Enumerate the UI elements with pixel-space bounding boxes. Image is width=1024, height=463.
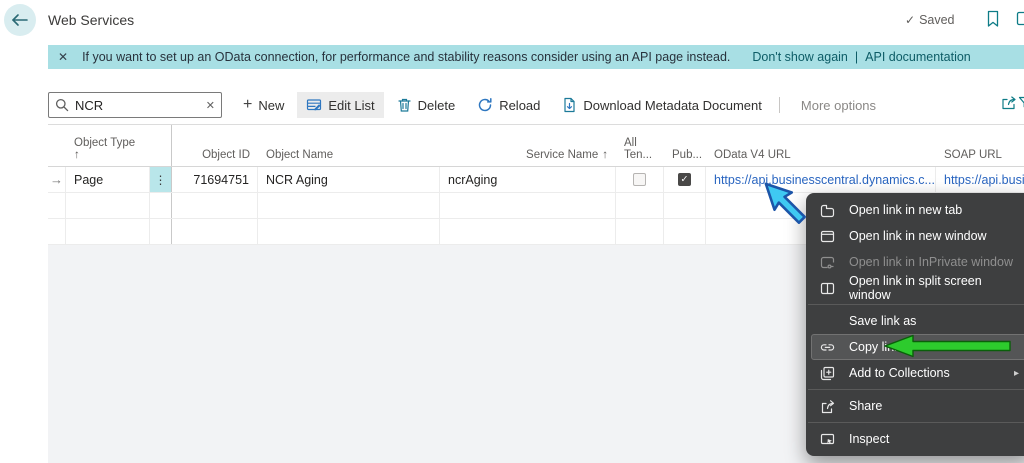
menu-separator	[808, 304, 1024, 305]
object-id-cell[interactable]: 71694751	[172, 167, 258, 192]
new-button[interactable]: + New	[234, 93, 293, 118]
cursor-pointer-annotation	[763, 181, 809, 227]
toolbar-divider	[778, 97, 780, 113]
new-tab-icon	[819, 202, 836, 219]
column-header-service-name[interactable]: Service Name ↑	[440, 125, 616, 166]
notification-actions: Don't show again | API documentation	[752, 50, 970, 64]
page-title: Web Services	[48, 12, 135, 28]
menu-item-share[interactable]: Share	[806, 393, 1024, 419]
menu-separator	[808, 422, 1024, 423]
row-options-ellipsis[interactable]: ⋮	[150, 167, 172, 192]
reload-label: Reload	[499, 97, 541, 113]
soap-url-link[interactable]: https://api.busin	[936, 167, 1024, 192]
sort-asc-icon: ↑	[602, 149, 608, 161]
delete-label: Delete	[417, 97, 456, 113]
menu-item-save-link-as[interactable]: Save link as	[806, 308, 1024, 334]
dont-show-again-link[interactable]: Don't show again	[752, 50, 848, 64]
edit-list-label: Edit List	[328, 97, 375, 113]
split-screen-icon	[819, 280, 836, 297]
published-cell: ✓	[664, 167, 706, 192]
clear-search-icon[interactable]: ✕	[206, 99, 215, 112]
download-icon	[564, 97, 575, 113]
menu-item-add-to-collections[interactable]: Add to Collections ▸	[806, 360, 1024, 386]
reload-icon	[478, 98, 492, 112]
submenu-arrow-icon: ▸	[1013, 367, 1019, 379]
column-header-soap-url[interactable]: SOAP URL	[936, 125, 1024, 166]
odata-v4-url-link[interactable]: https://api.businesscentral.dynamics.c..…	[706, 167, 936, 192]
reload-button[interactable]: Reload	[468, 92, 549, 118]
save-status-label: Saved	[919, 13, 955, 27]
object-type-cell[interactable]: Page	[66, 167, 150, 192]
object-name-cell[interactable]: NCR Aging	[258, 167, 440, 192]
all-tenants-checkbox[interactable]	[633, 173, 646, 186]
plus-icon: +	[243, 96, 253, 113]
frozen-column-divider	[171, 125, 172, 166]
inprivate-icon	[819, 254, 836, 271]
bookmark-icon[interactable]	[986, 10, 1000, 28]
notification-links-divider: |	[854, 50, 859, 64]
notification-banner: ✕ If you want to set up an OData connect…	[48, 45, 1024, 69]
sort-asc-icon: ↑	[74, 149, 80, 161]
menu-separator	[808, 389, 1024, 390]
menu-item-open-link-in-split-screen-window[interactable]: Open link in split screen window	[806, 274, 1024, 302]
download-metadata-button[interactable]: Download Metadata Document	[553, 92, 771, 118]
menu-item-open-link-in-new-tab[interactable]: Open link in new tab	[806, 197, 1024, 223]
new-button-label: New	[258, 97, 285, 113]
share-page-button[interactable]	[1000, 95, 1018, 111]
download-metadata-label: Download Metadata Document	[583, 97, 762, 113]
delete-button[interactable]: Delete	[388, 92, 465, 118]
close-notification-icon[interactable]: ✕	[58, 50, 68, 64]
save-status: ✓ Saved	[905, 13, 955, 27]
green-arrow-annotation	[883, 334, 1013, 358]
column-header-object-type[interactable]: Object Type ↑	[66, 125, 150, 166]
back-arrow-icon	[12, 14, 28, 26]
more-options-label: More options	[800, 97, 877, 113]
blank-icon	[819, 313, 836, 330]
action-toolbar: NCR ✕ + New Edit List Delete Reload Down…	[48, 88, 1024, 122]
edit-list-icon	[307, 99, 322, 111]
published-checkbox[interactable]: ✓	[678, 173, 691, 186]
browser-context-menu: Open link in new tab Open link in new wi…	[806, 193, 1024, 456]
column-header-odata-url[interactable]: OData V4 URL	[706, 125, 936, 166]
column-header-object-id[interactable]: Object ID	[172, 125, 258, 166]
all-tenants-cell	[616, 167, 664, 192]
edit-list-button[interactable]: Edit List	[297, 92, 384, 118]
link-icon	[819, 339, 836, 356]
search-input[interactable]: NCR	[75, 98, 200, 113]
clipped-toolbar-icon[interactable]	[1016, 10, 1024, 28]
delete-icon	[398, 98, 411, 112]
active-row-marker: →	[48, 167, 66, 192]
notification-message: If you want to set up an OData connectio…	[82, 50, 731, 64]
menu-item-inspect[interactable]: Inspect	[806, 426, 1024, 452]
table-header-row: Object Type ↑ Object ID Object Name Serv…	[48, 125, 1024, 167]
column-header-object-name[interactable]: Object Name	[258, 125, 440, 166]
column-header-all-tenants[interactable]: All Ten...	[616, 125, 664, 166]
collections-icon	[819, 365, 836, 382]
menu-item-open-link-in-new-window[interactable]: Open link in new window	[806, 223, 1024, 249]
back-button[interactable]	[4, 4, 36, 36]
check-icon: ✓	[905, 13, 916, 27]
api-documentation-link[interactable]: API documentation	[865, 50, 971, 64]
inspect-icon	[819, 431, 836, 448]
service-name-cell[interactable]: ncrAging	[440, 167, 616, 192]
filter-icon[interactable]	[1018, 95, 1024, 111]
menu-item-open-link-in-inprivate-window: Open link in InPrivate window	[806, 249, 1024, 275]
more-options-button[interactable]: More options	[792, 93, 885, 118]
search-icon	[55, 98, 69, 112]
column-header-published[interactable]: Pub...	[664, 125, 706, 166]
new-window-icon	[819, 228, 836, 245]
share-icon	[819, 398, 836, 415]
search-box[interactable]: NCR ✕	[48, 92, 222, 118]
top-bar: Web Services ✓ Saved	[0, 0, 1024, 40]
web-services-page: { "header": { "title": "Web Services", "…	[0, 0, 1024, 463]
table-row[interactable]: → Page ⋮ 71694751 NCR Aging ncrAging ✓ h…	[48, 167, 1024, 193]
share-page-icon	[1002, 96, 1016, 110]
